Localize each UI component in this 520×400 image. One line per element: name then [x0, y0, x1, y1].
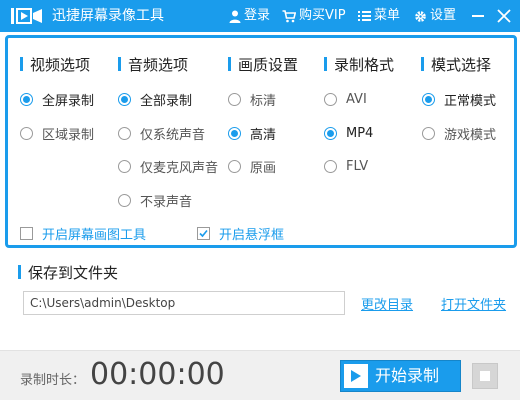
radio-audio-none[interactable]: 不录声音	[118, 191, 193, 210]
radio-dot-icon	[118, 92, 131, 106]
app-title: 迅捷屏幕录像工具	[52, 8, 164, 24]
cart-icon	[282, 9, 296, 22]
login-button[interactable]: 登录	[229, 6, 270, 26]
quality-settings-title: 画质设置	[238, 55, 299, 74]
header-accent-bar	[20, 57, 23, 71]
settings-label: 设置	[430, 8, 457, 23]
recording-format-title: 录制格式	[334, 55, 395, 74]
radio-label: 仅麦克风声音	[140, 160, 219, 176]
close-button[interactable]	[494, 6, 514, 26]
menu-label: 菜单	[374, 8, 401, 23]
list-icon	[358, 11, 371, 21]
radio-quality-standard[interactable]: 标清	[228, 90, 277, 109]
radio-label: MP4	[346, 125, 374, 141]
radio-dot-icon	[324, 126, 337, 140]
radio-label: 不录声音	[140, 194, 193, 210]
radio-region[interactable]: 区域录制	[20, 124, 95, 143]
radio-label: 高清	[250, 127, 277, 143]
checkbox-label: 开启屏幕画图工具	[42, 227, 147, 243]
menu-button[interactable]: 菜单	[358, 6, 400, 26]
quality-settings-header: 画质设置	[228, 54, 298, 74]
radio-dot-icon	[228, 159, 241, 173]
radio-label: FLV	[346, 158, 369, 174]
radio-dot-icon	[118, 193, 131, 207]
app-window: 迅捷屏幕录像工具 登录 购买VIP 菜单 设置 视频选项 全屏录制 区域录制 音…	[0, 0, 520, 400]
buy-vip-button[interactable]: 购买VIP	[282, 6, 346, 26]
audio-options-title: 音频选项	[128, 55, 189, 74]
radio-format-avi[interactable]: AVI	[324, 90, 367, 108]
header-accent-bar	[421, 57, 424, 71]
radio-fullscreen[interactable]: 全屏录制	[20, 90, 95, 109]
gear-icon	[415, 10, 426, 22]
checkmark-icon	[197, 226, 210, 240]
radio-dot-icon	[20, 92, 33, 106]
minimize-icon	[472, 15, 484, 17]
header-accent-bar	[118, 57, 121, 71]
recording-timer: 00:00:00	[90, 357, 225, 392]
radio-mode-normal[interactable]: 正常模式	[422, 90, 497, 109]
header-accent-bar	[324, 57, 327, 71]
mode-selection-title: 模式选择	[431, 55, 492, 74]
stop-button[interactable]	[472, 363, 498, 389]
recording-options-panel: 视频选项 全屏录制 区域录制 音频选项 全部录制 仅系统声音 仅麦克风声音 不录…	[5, 35, 517, 248]
duration-label: 录制时长：	[20, 373, 86, 388]
video-options-title: 视频选项	[30, 55, 91, 74]
radio-label: 区域录制	[42, 127, 95, 143]
audio-options-header: 音频选项	[118, 54, 188, 74]
save-path-input[interactable]	[23, 291, 345, 315]
radio-label: 全屏录制	[42, 93, 95, 109]
stop-icon	[480, 371, 490, 381]
radio-label: 全部录制	[140, 93, 193, 109]
video-camera-logo-icon	[11, 8, 42, 24]
radio-dot-icon	[118, 126, 131, 140]
radio-audio-mic[interactable]: 仅麦克风声音	[118, 157, 219, 176]
save-folder-title: 保存到文件夹	[28, 263, 119, 282]
user-icon	[229, 10, 241, 23]
radio-dot-icon	[324, 159, 337, 173]
radio-label: 正常模式	[444, 93, 497, 109]
radio-mode-game[interactable]: 游戏模式	[422, 124, 497, 143]
header-accent-bar	[228, 57, 231, 71]
radio-format-mp4[interactable]: MP4	[324, 124, 373, 142]
radio-label: AVI	[346, 91, 367, 107]
mode-selection-header: 模式选择	[421, 54, 491, 74]
radio-dot-icon	[20, 126, 33, 140]
radio-label: 仅系统声音	[140, 127, 206, 143]
save-folder-header: 保存到文件夹	[18, 262, 118, 282]
header-accent-bar	[18, 265, 21, 279]
radio-label: 游戏模式	[444, 127, 497, 143]
checkbox-label: 开启悬浮框	[219, 227, 285, 243]
checkbox-floating-window[interactable]: 开启悬浮框	[197, 224, 285, 243]
close-icon	[497, 9, 511, 23]
play-icon	[344, 364, 368, 388]
radio-dot-icon	[422, 126, 435, 140]
buy-vip-label: 购买VIP	[299, 8, 346, 23]
radio-dot-icon	[228, 126, 241, 140]
radio-quality-hd[interactable]: 高清	[228, 124, 277, 143]
start-recording-label: 开始录制	[375, 366, 440, 385]
settings-button[interactable]: 设置	[414, 6, 456, 26]
radio-label: 标清	[250, 93, 277, 109]
radio-format-flv[interactable]: FLV	[324, 157, 368, 175]
recording-format-header: 录制格式	[324, 54, 394, 74]
radio-dot-icon	[422, 92, 435, 106]
radio-label: 原画	[250, 160, 277, 176]
radio-dot-icon	[228, 92, 241, 106]
minimize-button[interactable]	[468, 6, 488, 26]
start-recording-button[interactable]: 开始录制	[340, 360, 461, 392]
bottom-bar: 录制时长： 00:00:00 开始录制	[0, 350, 520, 400]
radio-dot-icon	[118, 159, 131, 173]
radio-quality-original[interactable]: 原画	[228, 157, 277, 176]
checkbox-drawing-tool[interactable]: 开启屏幕画图工具	[20, 224, 147, 243]
checkbox-box-icon	[20, 226, 33, 240]
change-directory-link[interactable]: 更改目录	[361, 294, 413, 313]
login-label: 登录	[244, 8, 271, 23]
title-bar: 迅捷屏幕录像工具 登录 购买VIP 菜单 设置	[0, 0, 520, 32]
radio-audio-system[interactable]: 仅系统声音	[118, 124, 206, 143]
open-folder-link[interactable]: 打开文件夹	[441, 294, 506, 313]
radio-dot-icon	[324, 92, 337, 106]
radio-audio-all[interactable]: 全部录制	[118, 90, 193, 109]
video-options-header: 视频选项	[20, 54, 90, 74]
